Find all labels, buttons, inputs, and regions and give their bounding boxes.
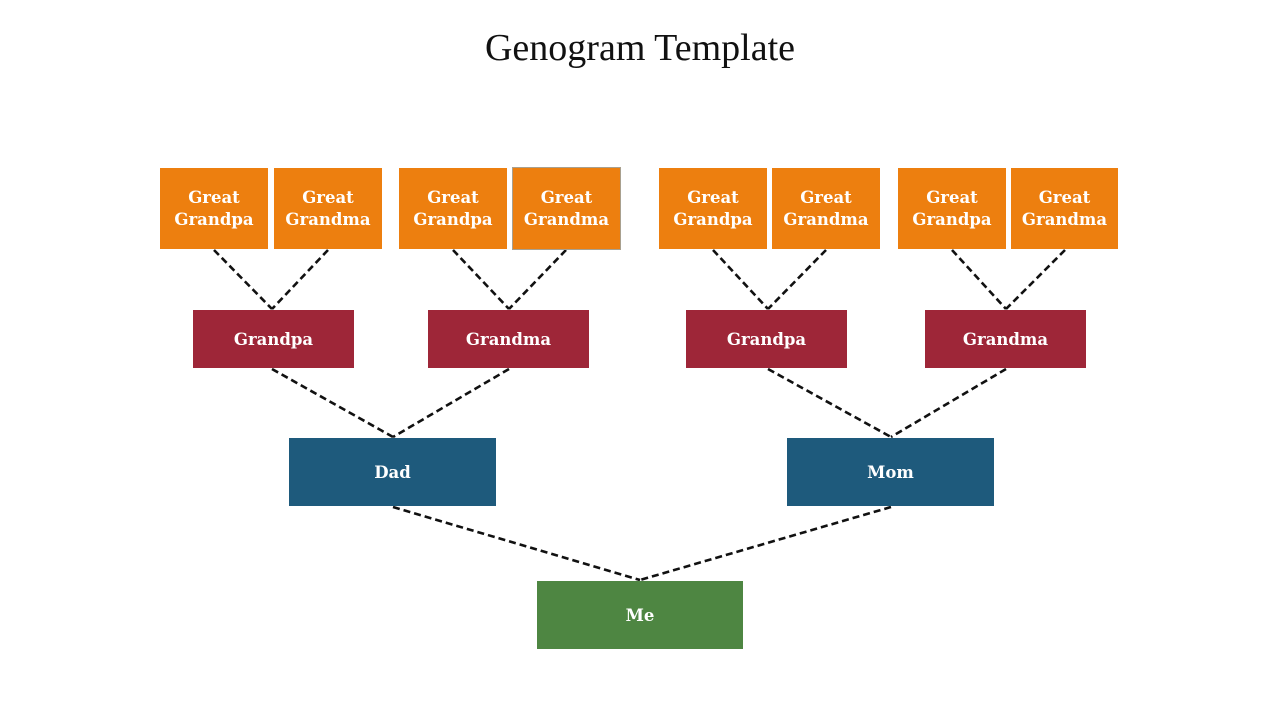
connector-gg4-gp2 [508,249,567,310]
dad-box[interactable]: Dad [289,438,496,506]
grandpa-box[interactable]: Grandpa [686,310,847,368]
connector-gg1-gp1 [213,249,273,310]
box-label: Dad [374,462,411,482]
connector-gg5-gp3 [712,249,769,310]
grandma-box[interactable]: Grandma [925,310,1086,368]
connector-gg3-gp2 [452,249,510,310]
box-label: Great Grandma [783,187,869,229]
connector-gp4-mom [890,367,1007,439]
great-grandma-box[interactable]: Great Grandma [274,168,382,249]
connector-gp1-dad [271,367,394,439]
box-label: Grandma [465,329,552,349]
box-label: Great Grandpa [413,187,493,229]
grandma-box[interactable]: Grandma [428,310,589,368]
connector-mom-me [639,505,892,582]
box-label: Great Grandma [1021,187,1108,229]
great-grandpa-box[interactable]: Great Grandpa [898,168,1006,249]
connector-gg8-gp4 [1005,249,1066,310]
mom-box[interactable]: Mom [787,438,994,506]
box-label: Mom [867,462,914,482]
connector-gp2-dad [392,367,510,439]
box-label: Grandma [962,329,1049,349]
box-label: Great Grandpa [673,187,753,229]
great-grandma-box[interactable]: Great Grandma [772,168,880,249]
box-label: Great Grandma [285,187,371,229]
box-label: Great Grandma [523,187,610,229]
connector-gg7-gp4 [951,249,1007,310]
box-label: Great Grandpa [174,187,254,229]
great-grandpa-box[interactable]: Great Grandpa [160,168,268,249]
connector-gg2-gp1 [271,249,329,310]
connector-dad-me [392,505,641,582]
great-grandpa-box[interactable]: Great Grandpa [399,168,507,249]
great-grandma-box[interactable]: Great Grandma [1011,168,1118,249]
box-label: Grandpa [726,329,807,349]
me-box[interactable]: Me [537,581,743,649]
box-label: Grandpa [233,329,314,349]
box-label: Me [625,605,655,625]
box-label: Great Grandpa [912,187,992,229]
connector-gg6-gp3 [767,249,827,310]
great-grandma-box[interactable]: Great Grandma [512,167,621,250]
great-grandpa-box[interactable]: Great Grandpa [659,168,767,249]
connector-gp3-mom [767,367,892,439]
grandpa-box[interactable]: Grandpa [193,310,354,368]
